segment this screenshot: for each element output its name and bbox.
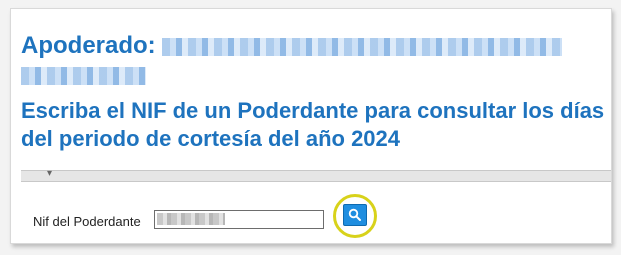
nif-label: Nif del Poderdante — [33, 214, 141, 229]
redacted-apoderado-id — [21, 67, 146, 85]
apoderado-label: Apoderado: — [21, 32, 156, 59]
redacted-apoderado-name — [161, 37, 562, 56]
search-icon — [348, 208, 361, 221]
apoderado-line: Apoderado: — [21, 31, 601, 61]
page-heading: Escriba el NIF de un Poderdante para con… — [21, 98, 605, 151]
collapse-arrow-icon[interactable]: ▾ — [47, 168, 52, 179]
page-frame: Apoderado: Escriba el NIF de un Poderdan… — [10, 8, 612, 244]
search-button[interactable] — [343, 204, 367, 226]
collapsible-bar[interactable]: ▾ — [21, 168, 611, 182]
nif-input[interactable] — [154, 210, 324, 229]
